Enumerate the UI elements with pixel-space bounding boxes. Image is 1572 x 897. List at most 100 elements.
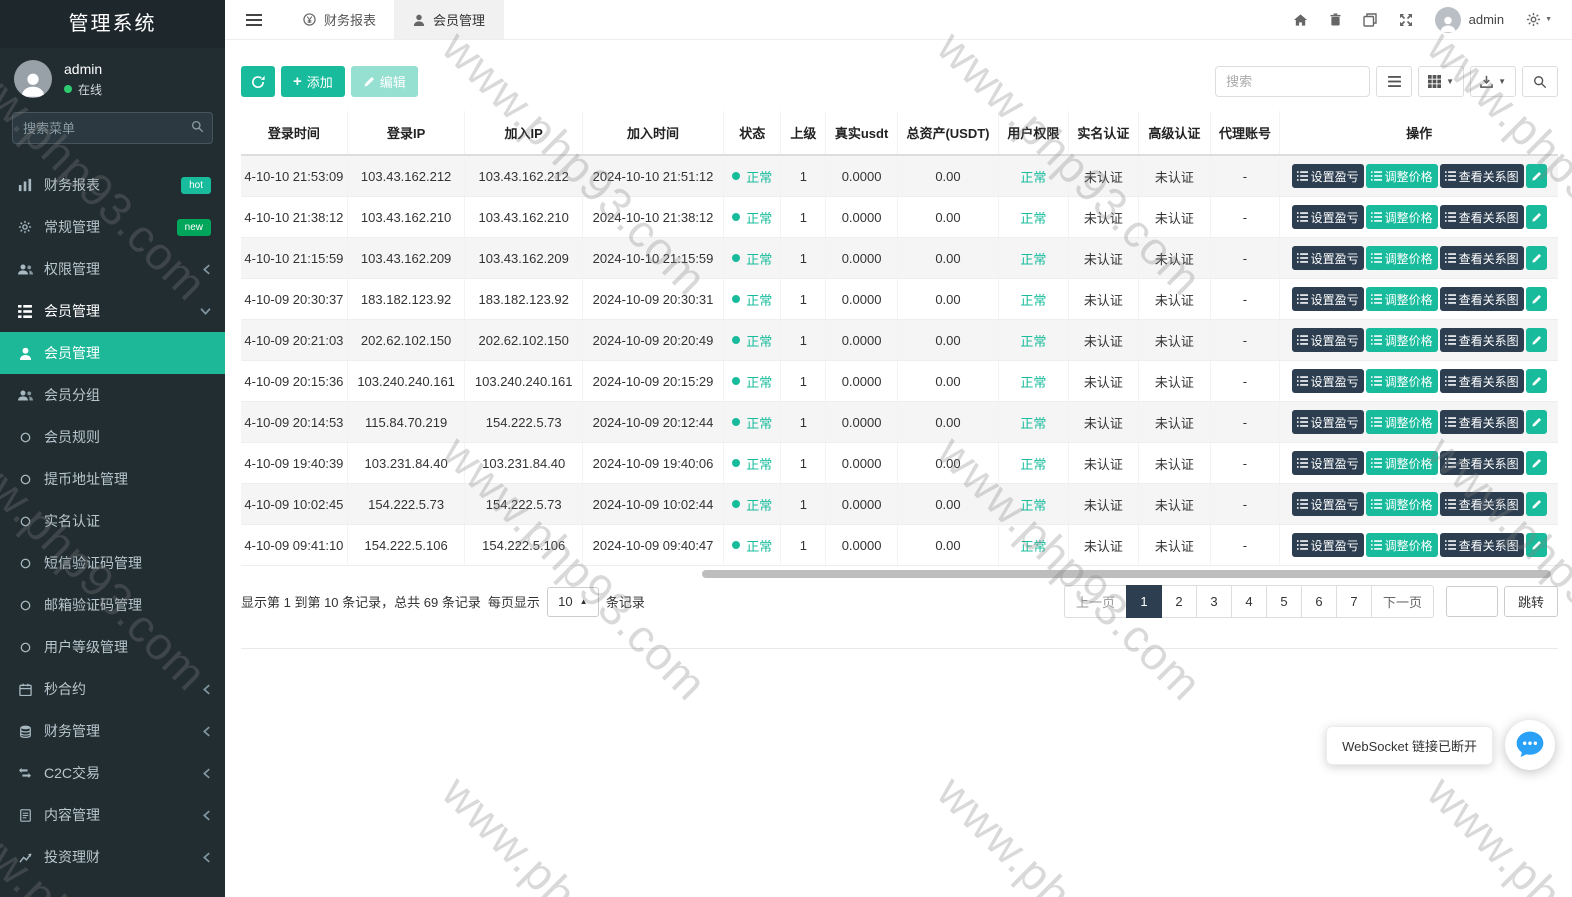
adjust-price-button[interactable]: 调整价格 [1366, 451, 1438, 475]
set-profit-button[interactable]: 设置盈亏 [1292, 451, 1364, 475]
export-dropdown-button[interactable]: ▼ [1470, 66, 1516, 97]
edit-row-button[interactable] [1526, 533, 1547, 557]
navbar-user[interactable]: admin [1435, 7, 1504, 33]
edit-row-button[interactable] [1526, 451, 1547, 475]
table-row[interactable]: 4-10-09 09:41:10154.222.5.106154.222.5.1… [241, 525, 1558, 566]
search-toggle-button[interactable] [1522, 66, 1558, 97]
scrollbar-thumb[interactable] [702, 570, 1551, 578]
adjust-price-button[interactable]: 调整价格 [1366, 164, 1438, 188]
settings-button[interactable]: ▼ [1526, 12, 1552, 27]
edit-row-button[interactable] [1526, 492, 1547, 516]
sidebar-item-content[interactable]: 内容管理 [0, 794, 225, 836]
view-relation-button[interactable]: 查看关系图 [1440, 533, 1524, 557]
set-profit-button[interactable]: 设置盈亏 [1292, 328, 1364, 352]
page-button[interactable]: 4 [1231, 585, 1267, 618]
sidebar-item-finance-manage[interactable]: 财务管理 [0, 710, 225, 752]
set-profit-button[interactable]: 设置盈亏 [1292, 410, 1364, 434]
table-row[interactable]: 4-10-09 19:40:39103.231.84.40103.231.84.… [241, 443, 1558, 484]
view-relation-button[interactable]: 查看关系图 [1440, 205, 1524, 229]
tab-finance-report[interactable]: 财务报表 [285, 0, 395, 39]
set-profit-button[interactable]: 设置盈亏 [1292, 287, 1364, 311]
sidebar-subitem-email-code[interactable]: 邮箱验证码管理 [0, 584, 225, 626]
home-icon[interactable] [1293, 13, 1308, 27]
table-row[interactable]: 4-10-09 20:15:36103.240.240.161103.240.2… [241, 361, 1558, 402]
sidebar-item-c2c[interactable]: C2C交易 [0, 752, 225, 794]
page-button[interactable]: 6 [1301, 585, 1337, 618]
sidebar-search-input[interactable] [12, 112, 213, 144]
view-relation-button[interactable]: 查看关系图 [1440, 492, 1524, 516]
view-relation-button[interactable]: 查看关系图 [1440, 451, 1524, 475]
edit-row-button[interactable] [1526, 410, 1547, 434]
edit-row-button[interactable] [1526, 287, 1547, 311]
adjust-price-button[interactable]: 调整价格 [1366, 246, 1438, 270]
sidebar-subitem-user-level[interactable]: 用户等级管理 [0, 626, 225, 668]
set-profit-button[interactable]: 设置盈亏 [1292, 533, 1364, 557]
view-relation-button[interactable]: 查看关系图 [1440, 246, 1524, 270]
jump-page-input[interactable] [1446, 586, 1498, 617]
jump-button[interactable]: 跳转 [1504, 586, 1558, 617]
sidebar-item-permission[interactable]: 权限管理 [0, 248, 225, 290]
detail-view-button[interactable] [1376, 66, 1412, 97]
table-row[interactable]: 4-10-09 20:21:03202.62.102.150202.62.102… [241, 320, 1558, 361]
adjust-price-button[interactable]: 调整价格 [1366, 328, 1438, 352]
page-size-select[interactable]: 10 ▲ [547, 587, 599, 617]
search-icon[interactable] [191, 120, 204, 138]
set-profit-button[interactable]: 设置盈亏 [1292, 246, 1364, 270]
table-row[interactable]: 4-10-10 21:53:09103.43.162.212103.43.162… [241, 155, 1558, 197]
edit-button[interactable]: 编辑 [351, 66, 418, 97]
sidebar-subitem-sms-code[interactable]: 短信验证码管理 [0, 542, 225, 584]
sidebar-item-general[interactable]: 常规管理 new [0, 206, 225, 248]
table-search-input[interactable] [1215, 66, 1370, 97]
adjust-price-button[interactable]: 调整价格 [1366, 533, 1438, 557]
view-relation-button[interactable]: 查看关系图 [1440, 410, 1524, 434]
page-button[interactable]: 5 [1266, 585, 1302, 618]
page-button[interactable]: 2 [1161, 585, 1197, 618]
set-profit-button[interactable]: 设置盈亏 [1292, 492, 1364, 516]
table-row[interactable]: 4-10-09 10:02:45154.222.5.73154.222.5.73… [241, 484, 1558, 525]
trash-icon[interactable] [1330, 13, 1341, 26]
set-profit-button[interactable]: 设置盈亏 [1292, 164, 1364, 188]
add-button[interactable]: + 添加 [281, 66, 345, 97]
edit-row-button[interactable] [1526, 369, 1547, 393]
sidebar-item-seconds-contract[interactable]: 秒合约 [0, 668, 225, 710]
sidebar-subitem-member-rule[interactable]: 会员规则 [0, 416, 225, 458]
sidebar-item-finance-report[interactable]: 财务报表 hot [0, 164, 225, 206]
sidebar-subitem-member-manage[interactable]: 会员管理 [0, 332, 225, 374]
adjust-price-button[interactable]: 调整价格 [1366, 205, 1438, 229]
view-relation-button[interactable]: 查看关系图 [1440, 164, 1524, 188]
fullscreen-icon[interactable] [1399, 13, 1413, 27]
adjust-price-button[interactable]: 调整价格 [1366, 369, 1438, 393]
sidebar-subitem-real-name[interactable]: 实名认证 [0, 500, 225, 542]
tab-member-manage[interactable]: 会员管理 [395, 0, 504, 39]
page-button[interactable]: 3 [1196, 585, 1232, 618]
prev-page-button[interactable]: 上一页 [1064, 585, 1127, 618]
next-page-button[interactable]: 下一页 [1371, 585, 1434, 618]
edit-row-button[interactable] [1526, 164, 1547, 188]
edit-row-button[interactable] [1526, 246, 1547, 270]
edit-row-button[interactable] [1526, 205, 1547, 229]
adjust-price-button[interactable]: 调整价格 [1366, 287, 1438, 311]
sidebar-item-invest[interactable]: 投资理财 [0, 836, 225, 878]
clear-cache-icon[interactable] [1363, 13, 1377, 27]
adjust-price-button[interactable]: 调整价格 [1366, 492, 1438, 516]
refresh-button[interactable] [241, 66, 275, 97]
chat-bubble-button[interactable] [1505, 720, 1555, 770]
columns-dropdown-button[interactable]: ▼ [1418, 66, 1464, 97]
page-button[interactable]: 7 [1336, 585, 1372, 618]
adjust-price-button[interactable]: 调整价格 [1366, 410, 1438, 434]
hamburger-menu-icon[interactable] [237, 0, 271, 40]
edit-row-button[interactable] [1526, 328, 1547, 352]
set-profit-button[interactable]: 设置盈亏 [1292, 205, 1364, 229]
view-relation-button[interactable]: 查看关系图 [1440, 328, 1524, 352]
table-row[interactable]: 4-10-09 20:30:37183.182.123.92183.182.12… [241, 279, 1558, 320]
sidebar-subitem-withdraw-address[interactable]: 提币地址管理 [0, 458, 225, 500]
set-profit-button[interactable]: 设置盈亏 [1292, 369, 1364, 393]
table-row[interactable]: 4-10-10 21:15:59103.43.162.209103.43.162… [241, 238, 1558, 279]
view-relation-button[interactable]: 查看关系图 [1440, 287, 1524, 311]
table-row[interactable]: 4-10-09 20:14:53115.84.70.219154.222.5.7… [241, 402, 1558, 443]
table-row[interactable]: 4-10-10 21:38:12103.43.162.210103.43.162… [241, 197, 1558, 238]
page-button[interactable]: 1 [1126, 585, 1162, 618]
view-relation-button[interactable]: 查看关系图 [1440, 369, 1524, 393]
sidebar-subitem-member-group[interactable]: 会员分组 [0, 374, 225, 416]
sidebar-item-member[interactable]: 会员管理 [0, 290, 225, 332]
